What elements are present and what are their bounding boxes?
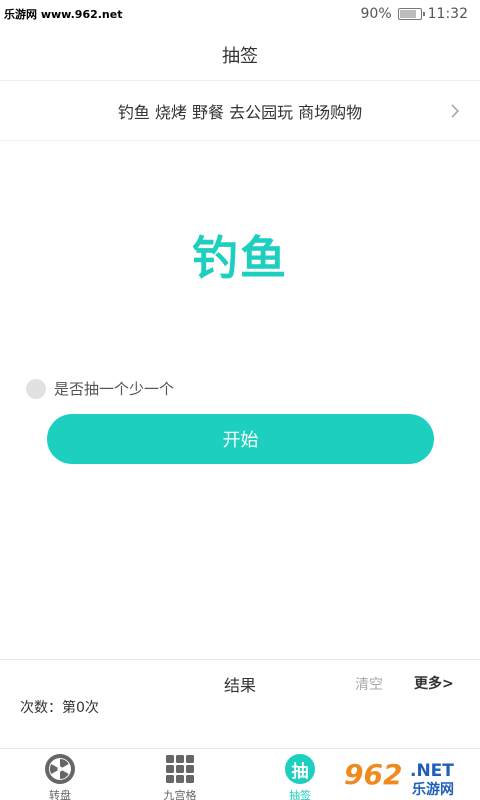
screen: 乐游网 www.962.net 90% 11:32 抽签 钓鱼 烧烤 野餐 去公… — [0, 0, 480, 800]
draw-count: 次数：第0次 — [20, 700, 99, 716]
results-divider — [0, 659, 480, 660]
tab-label: 转盘 — [49, 789, 71, 800]
grid-icon — [164, 753, 196, 785]
chevron-right-icon — [451, 104, 460, 118]
start-button[interactable]: 开始 — [47, 414, 434, 464]
draw-icon: 抽 — [284, 753, 316, 785]
tab-label: 抽签 — [289, 789, 311, 800]
tab-grid[interactable]: 九宫格 — [140, 753, 220, 800]
clear-button[interactable]: 清空 — [355, 674, 383, 694]
toggle-circle[interactable] — [26, 378, 46, 399]
tab-wheel[interactable]: 转盘 — [20, 753, 100, 800]
clock: 11:32 — [427, 6, 468, 22]
page-title: 抽签 — [222, 46, 258, 67]
tab-draw[interactable]: 抽 抽签 — [260, 753, 340, 800]
options-row[interactable]: 钓鱼 烧烤 野餐 去公园玩 商场购物 — [0, 81, 480, 141]
logo-number: 962 — [344, 758, 402, 791]
site-logo: 962 .NET 乐游网 — [340, 754, 476, 798]
more-button[interactable]: 更多> — [414, 673, 454, 693]
battery-icon — [397, 8, 425, 20]
wheel-icon — [44, 753, 76, 785]
logo-suffix: .NET — [410, 761, 454, 781]
logo-name: 乐游网 — [412, 781, 454, 798]
battery-level — [399, 10, 416, 18]
status-indicators: 90% 11:32 — [361, 6, 468, 22]
results-title: 结果 — [223, 676, 256, 695]
watermark-text: 乐游网 www.962.net — [4, 8, 123, 21]
tab-label: 九宫格 — [163, 789, 197, 800]
header: 抽签 — [0, 30, 480, 81]
draw-result: 钓鱼 — [192, 231, 288, 285]
toggle-label: 是否抽一个少一个 — [54, 380, 175, 398]
options-text: 钓鱼 烧烤 野餐 去公园玩 商场购物 — [117, 102, 363, 122]
battery-percent: 90% — [360, 6, 392, 22]
draw-icon-glyph: 抽 — [285, 754, 315, 784]
status-bar: 乐游网 www.962.net 90% 11:32 — [0, 0, 480, 30]
remove-after-draw-toggle[interactable]: 是否抽一个少一个 — [26, 378, 174, 399]
